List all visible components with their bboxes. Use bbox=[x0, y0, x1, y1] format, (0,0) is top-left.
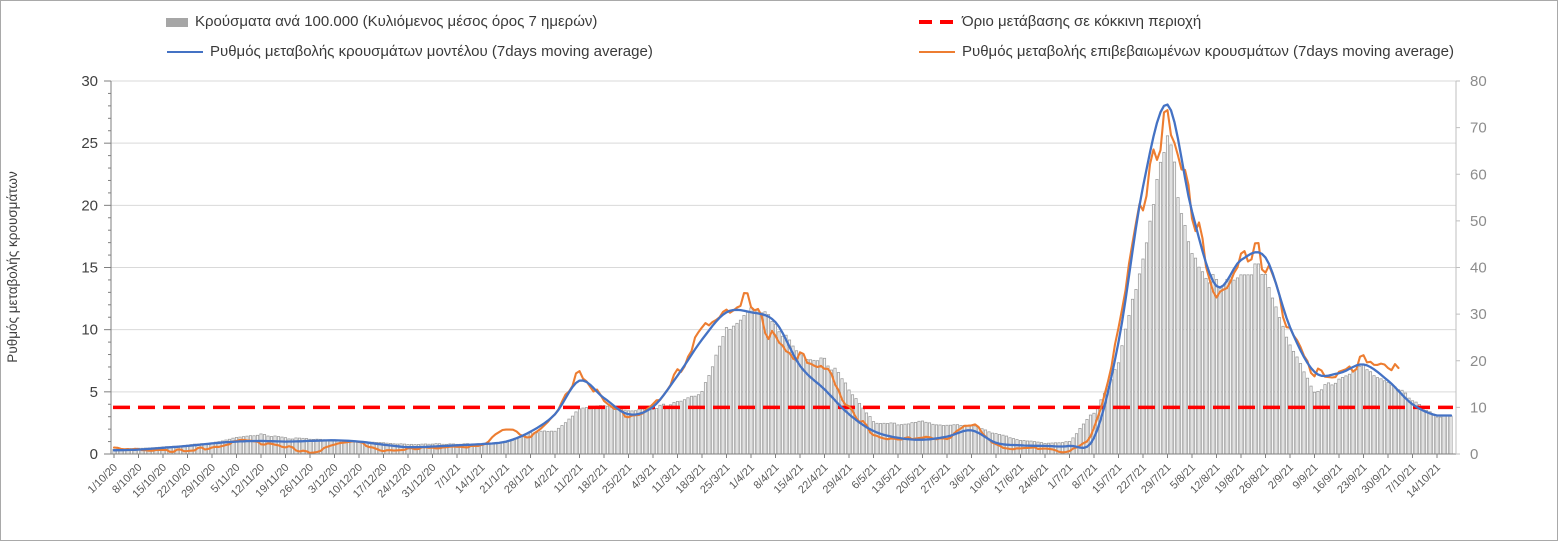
y-right-tick-label: 50 bbox=[1470, 213, 1487, 230]
x-axis-date-label: 1/4/21 bbox=[727, 462, 757, 492]
y-axis-title: Ρυθμός μεταβολής κρουσμάτων bbox=[5, 171, 20, 363]
y-right-tick-label: 10 bbox=[1470, 399, 1487, 416]
y-right-tick-label: 30 bbox=[1470, 306, 1487, 323]
chart-window: Κρούσματα ανά 100.000 (Κυλιόμενος μέσος … bbox=[0, 0, 1558, 541]
y-left-tick-label: 10 bbox=[81, 322, 98, 339]
chart-canvas: 051015202530010203040506070801/10/208/10… bbox=[1, 1, 1558, 541]
x-axis-date-label: 2/9/21 bbox=[1266, 462, 1296, 492]
y-right-tick-label: 60 bbox=[1470, 166, 1487, 183]
y-right-tick-label: 80 bbox=[1470, 73, 1487, 90]
y-left-tick-label: 0 bbox=[90, 446, 98, 463]
x-axis-date-label: 1/7/21 bbox=[1046, 462, 1076, 492]
y-left-tick-label: 25 bbox=[81, 135, 98, 152]
y-left-tick-label: 15 bbox=[81, 260, 98, 277]
y-left-tick-label: 20 bbox=[81, 197, 98, 214]
y-left-tick-label: 30 bbox=[81, 73, 98, 90]
y-right-tick-label: 70 bbox=[1470, 120, 1487, 137]
y-left-tick-label: 5 bbox=[90, 384, 98, 401]
y-right-tick-label: 40 bbox=[1470, 260, 1487, 277]
y-right-tick-label: 20 bbox=[1470, 353, 1487, 370]
y-right-tick-label: 0 bbox=[1470, 446, 1478, 463]
